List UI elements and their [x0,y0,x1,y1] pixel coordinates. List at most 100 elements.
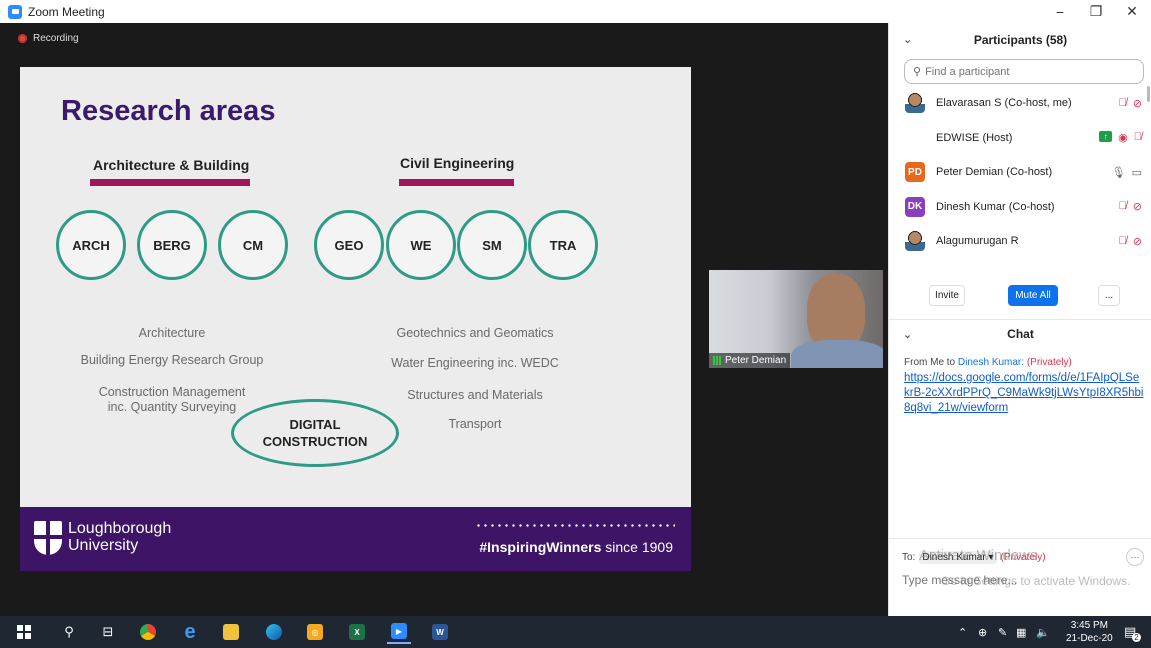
zoom-taskbar-icon[interactable]: ▶ [387,620,411,644]
shared-screen-slide: Research areas Architecture & Building C… [20,67,691,571]
participant-row[interactable]: PD Peter Demian (Co-host) 🎙 ▭ [889,155,1151,190]
invite-button[interactable]: Invite [929,285,965,306]
clock-time: 3:45 PM [1070,620,1108,631]
volume-icon[interactable]: 🔈 [1036,616,1050,648]
participant-actions: Invite Mute All ... [889,285,1151,309]
circle-geo: GEO [314,210,384,280]
tagline-hashtag: #InspiringWinners [479,539,602,555]
speaker-video-thumbnail[interactable]: Peter Demian [709,270,883,368]
avatar [905,231,925,252]
slide-title: Research areas [61,95,276,127]
collapse-chat-chevron-icon[interactable]: ⌄ [903,328,912,341]
chrome-icon[interactable] [136,620,160,644]
speaker-head [807,274,865,350]
chat-privately-tag: (Privately) [1026,357,1072,368]
show-hidden-icons-chevron-icon[interactable]: ⌃ [958,616,967,648]
outlook-icon[interactable]: ◎ [303,620,327,644]
video-off-icon: ⊘ [1132,201,1142,214]
participant-row[interactable]: Alagumurugan R 🎙̸ ⊘ [889,224,1151,259]
participant-status-icons: 🎙̸ ⊘ [1119,235,1142,248]
mic-muted-icon: 🎙̸ [1118,234,1127,247]
mic-muted-icon: 🎙̸ [1133,131,1142,144]
desc-we: Water Engineering inc. WEDC [391,356,559,370]
mic-on-icon: 🎙 [1111,166,1126,179]
network-icon[interactable]: ▦ [1016,616,1026,648]
participant-row[interactable]: Elavarasan S (Co-host, me) 🎙̸ ⊘ [889,86,1151,121]
chat-recipient[interactable]: Dinesh Kumar: [958,357,1024,368]
restore-button[interactable]: ❐ [1078,0,1114,23]
recording-indicator[interactable]: Recording [18,33,79,44]
dotted-divider [475,524,675,527]
excel-icon[interactable]: X [345,620,369,644]
notifications-icon[interactable]: ▤ 2 [1124,616,1141,648]
recording-status-icon: ◉ [1118,132,1128,145]
window-titlebar: Zoom Meeting − ❐ ✕ [0,0,1151,23]
chat-from-prefix: From Me to [904,357,958,368]
chat-link[interactable]: https://docs.google.com/forms/d/e/1FAIpQ… [904,371,1144,416]
side-panel: ⌄ Participants (58) ⚲ Elavarasan S (Co-h… [888,23,1151,616]
university-crest-icon [34,521,62,555]
recording-label: Recording [33,33,79,44]
chat-header: ⌄ Chat [889,319,1151,347]
desc-architecture: Architecture [138,326,206,340]
mute-all-button[interactable]: Mute All [1008,285,1058,306]
recipient-dropdown[interactable]: Dinesh Kumar ▾ [919,551,997,564]
participant-list-scrollbar[interactable] [1147,86,1150,102]
participant-status-icons: 🎙̸ ⊘ [1119,97,1142,110]
chat-more-icon[interactable]: ··· [1126,548,1144,566]
tagline: #InspiringWinners since 1909 [479,539,673,555]
edge-icon[interactable] [262,620,286,644]
speaker-shirt [791,340,883,368]
participant-status-icons: 🎙̸ ⊘ [1119,200,1142,213]
avatar: DK [905,196,925,217]
audio-level-icon [713,356,722,365]
windows-taskbar: ⚲ ⊟ e ◎ X ▶ W ⌃ ⊕ ✎ ▦ 🔈 3:45 PM 21-Dec-2… [0,616,1151,648]
circle-cm: CM [218,210,288,280]
digital-line1: DIGITAL [289,417,341,432]
participant-search-input[interactable] [925,65,1126,78]
desc-geo: Geotechnics and Geomatics [396,326,554,340]
participant-search-box[interactable]: ⚲ [904,59,1144,84]
participant-row[interactable]: EDWISE (Host) ↑ ◉ 🎙̸ [889,121,1151,156]
clock-date: 21-Dec-20 [1066,633,1113,644]
system-clock[interactable]: 3:45 PM 21-Dec-20 [1066,619,1113,645]
video-participant-name: Peter Demian [725,355,787,366]
file-explorer-icon[interactable] [219,620,243,644]
chat-title: Chat [1007,326,1034,341]
circle-sm: SM [457,210,527,280]
desc-sm: Structures and Materials [407,388,543,402]
task-view-icon[interactable]: ⊟ [96,620,120,644]
video-name-tag: Peter Demian [709,353,791,368]
meeting-stage: Recording Research areas Architecture & … [0,23,888,616]
participants-header: ⌄ Participants (58) [889,23,1151,57]
search-icon: ⚲ [913,66,922,78]
left-heading-bar [90,179,250,186]
minimize-button[interactable]: − [1042,0,1078,23]
pen-icon[interactable]: ✎ [998,616,1007,648]
close-button[interactable]: ✕ [1114,0,1150,23]
participants-title: Participants (58) [973,33,1068,47]
digital-line2: CONSTRUCTION [262,434,368,449]
composer-privately-tag: (Privately) [1000,552,1046,563]
word-icon[interactable]: W [428,620,452,644]
collapse-participants-chevron-icon[interactable]: ⌄ [903,33,912,46]
start-button[interactable] [12,620,36,644]
more-options-button[interactable]: ... [1098,285,1120,306]
tray-app-icon[interactable]: ⊕ [978,616,987,648]
participant-row[interactable]: DK Dinesh Kumar (Co-host) 🎙̸ ⊘ [889,190,1151,225]
university-line2: University [68,537,139,554]
slide-footer: Loughborough University #InspiringWinner… [20,507,691,571]
university-name: Loughborough University [68,520,171,554]
recording-icon [18,34,27,43]
participant-name: EDWISE (Host) [936,131,1013,144]
right-column-heading: Civil Engineering [400,155,515,171]
tagline-rest: since 1909 [601,539,673,555]
screen-share-icon: ↑ [1099,131,1113,143]
search-icon[interactable]: ⚲ [57,620,81,644]
chat-message-input[interactable] [902,573,1142,587]
edge-legacy-icon[interactable]: e [178,620,202,644]
desc-cm-line2: inc. Quantity Surveying [107,400,237,414]
circle-berg: BERG [137,210,207,280]
digital-construction-ellipse: DIGITAL CONSTRUCTION [231,399,399,467]
desc-berg: Building Energy Research Group [80,353,264,367]
